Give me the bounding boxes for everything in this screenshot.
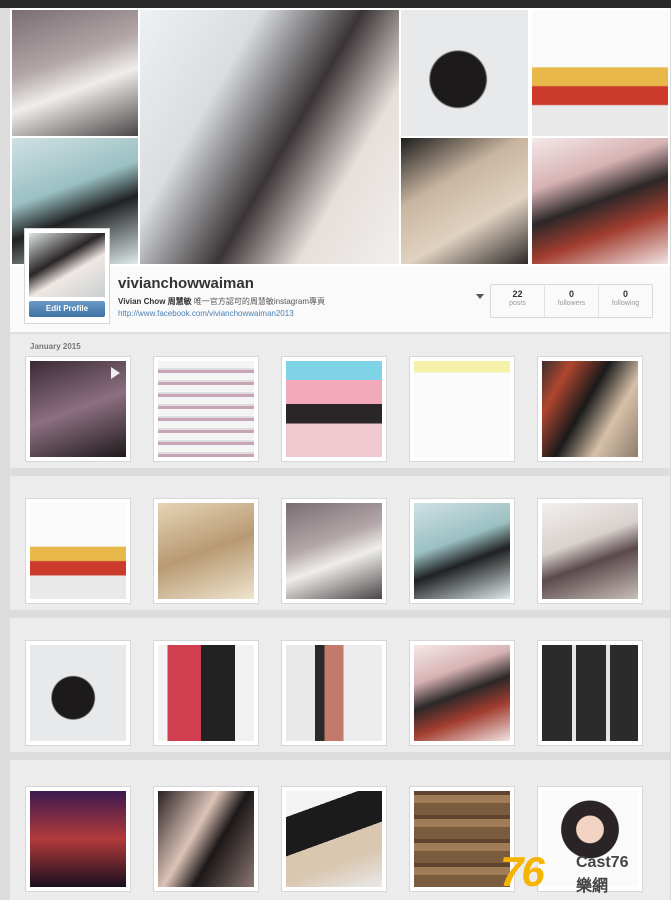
photo-thumb[interactable] [281,786,387,892]
stats-box: 22 posts 0 followers 0 following [490,284,653,318]
avatar-box: Edit Profile [24,228,110,324]
edit-profile-button[interactable]: Edit Profile [29,301,105,317]
top-bar [0,0,671,8]
website-link[interactable]: http://www.facebook.com/vivianchowwaiman… [118,309,294,318]
photo-thumb[interactable] [25,786,131,892]
photo-thumb[interactable] [537,498,643,604]
photo-thumb[interactable] [281,356,387,462]
photo-thumb[interactable] [409,640,515,746]
cover-tile [399,136,530,266]
profile-header: Edit Profile vivianchowwaiman Vivian Cho… [10,228,670,333]
photo-grid: January 2015 [10,334,670,900]
stat-value: 22 [512,289,523,299]
photo-thumb[interactable] [537,640,643,746]
full-name: Vivian Chow 周慧敏 [118,297,192,306]
watermark-number: 76 [500,848,545,895]
chevron-down-icon[interactable] [476,294,484,299]
video-icon [111,367,120,379]
stat-value: 0 [568,289,574,299]
photo-thumb[interactable] [409,498,515,604]
avatar [29,233,105,297]
stat-value: 0 [622,289,628,299]
photo-thumb[interactable] [153,498,259,604]
row-divider [10,468,670,476]
stat-followers[interactable]: 0 followers [545,285,599,317]
photo-thumb[interactable] [281,498,387,604]
row-divider [10,752,670,760]
stat-label: followers [557,300,586,307]
photo-thumb[interactable] [25,356,131,462]
cover-tile [530,136,670,266]
row-divider [10,610,670,618]
cover-tile [530,8,670,138]
stat-label: following [611,300,640,307]
cover-tile [10,8,140,138]
stat-label: posts [509,300,526,307]
bio-text: 唯一官方認可的周慧敏instagram專頁 [193,297,325,306]
photo-thumb[interactable] [153,786,259,892]
photo-thumb[interactable] [537,356,643,462]
cover-tile [399,8,530,138]
stat-posts[interactable]: 22 posts [491,285,545,317]
watermark-logo: 76 Cast76 樂網 [500,846,670,900]
stat-following[interactable]: 0 following [599,285,652,317]
date-header: January 2015 [30,342,81,351]
cover-tile-main [138,8,401,266]
photo-thumb[interactable] [153,640,259,746]
photo-thumb[interactable] [409,356,515,462]
bio: Vivian Chow 周慧敏 唯一官方認可的周慧敏instagram專頁 [118,296,325,307]
photo-thumb[interactable] [25,640,131,746]
photo-thumb[interactable] [153,356,259,462]
username: vivianchowwaiman [118,275,254,292]
watermark-text: Cast76 [576,854,629,871]
photo-thumb[interactable] [281,640,387,746]
watermark-text: 樂網 [576,878,609,895]
photo-thumb[interactable] [25,498,131,604]
